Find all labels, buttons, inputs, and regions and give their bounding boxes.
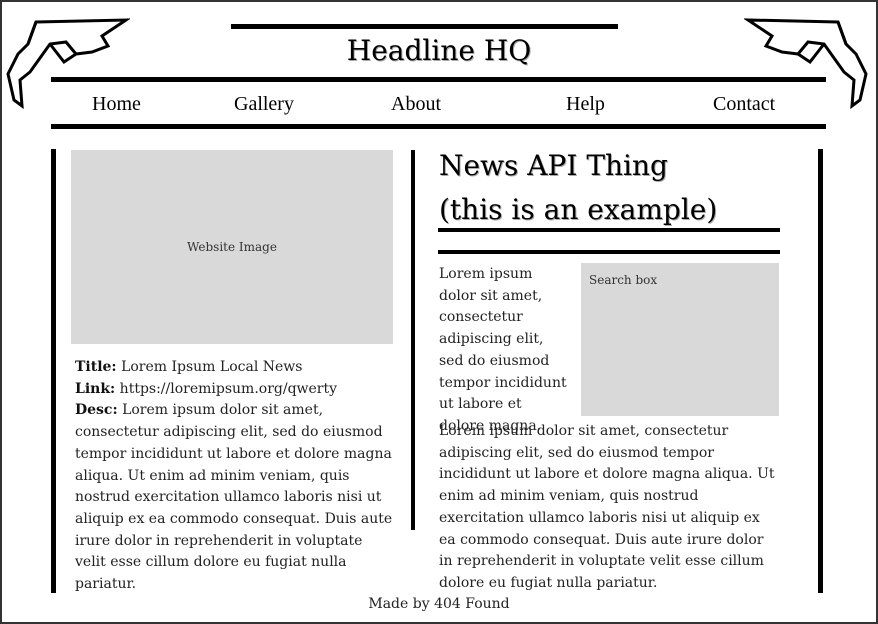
nav-top-rule xyxy=(51,77,826,82)
nav-gallery-link[interactable]: Gallery xyxy=(234,93,294,116)
article-description: Lorem ipsum dolor sit amet, consectetur … xyxy=(75,402,393,593)
news-body-text: Lorem ipsum dolor sit amet, consectetur … xyxy=(439,423,775,591)
website-image-placeholder: Website Image xyxy=(71,150,393,344)
right-column-rule xyxy=(818,149,823,593)
article-meta: Title: Lorem Ipsum Local News Link: http… xyxy=(75,357,393,596)
center-column-rule xyxy=(411,150,415,530)
nav-home-link[interactable]: Home xyxy=(92,93,141,116)
search-box[interactable]: Search box xyxy=(581,263,779,416)
news-heading: News API Thing (this is an example) xyxy=(439,144,799,232)
website-image-label: Website Image xyxy=(187,240,277,254)
news-heading-line1: News API Thing xyxy=(439,149,668,182)
page-title: Headline HQ xyxy=(346,34,532,67)
news-heading-rule-2 xyxy=(438,250,780,254)
search-box-label: Search box xyxy=(589,273,658,287)
footer-text: Made by 404 Found xyxy=(368,596,510,612)
header-top-rule xyxy=(231,24,618,29)
desc-key: Desc: xyxy=(75,402,118,419)
news-heading-rule-1 xyxy=(438,228,780,232)
link-key: Link: xyxy=(75,380,116,397)
title-key: Title: xyxy=(75,359,117,375)
article-link[interactable]: https://loremipsum.org/qwerty xyxy=(120,381,337,397)
news-intro-text: Lorem ipsum dolor sit amet, consectetur … xyxy=(439,266,567,434)
news-heading-line2: (this is an example) xyxy=(439,193,718,226)
nav-help-link[interactable]: Help xyxy=(566,93,605,116)
article-title: Lorem Ipsum Local News xyxy=(121,359,303,375)
nav-about-link[interactable]: About xyxy=(391,93,441,116)
nav-bottom-rule xyxy=(51,124,826,129)
left-column-rule xyxy=(51,149,56,593)
nav-contact-link[interactable]: Contact xyxy=(713,93,775,116)
